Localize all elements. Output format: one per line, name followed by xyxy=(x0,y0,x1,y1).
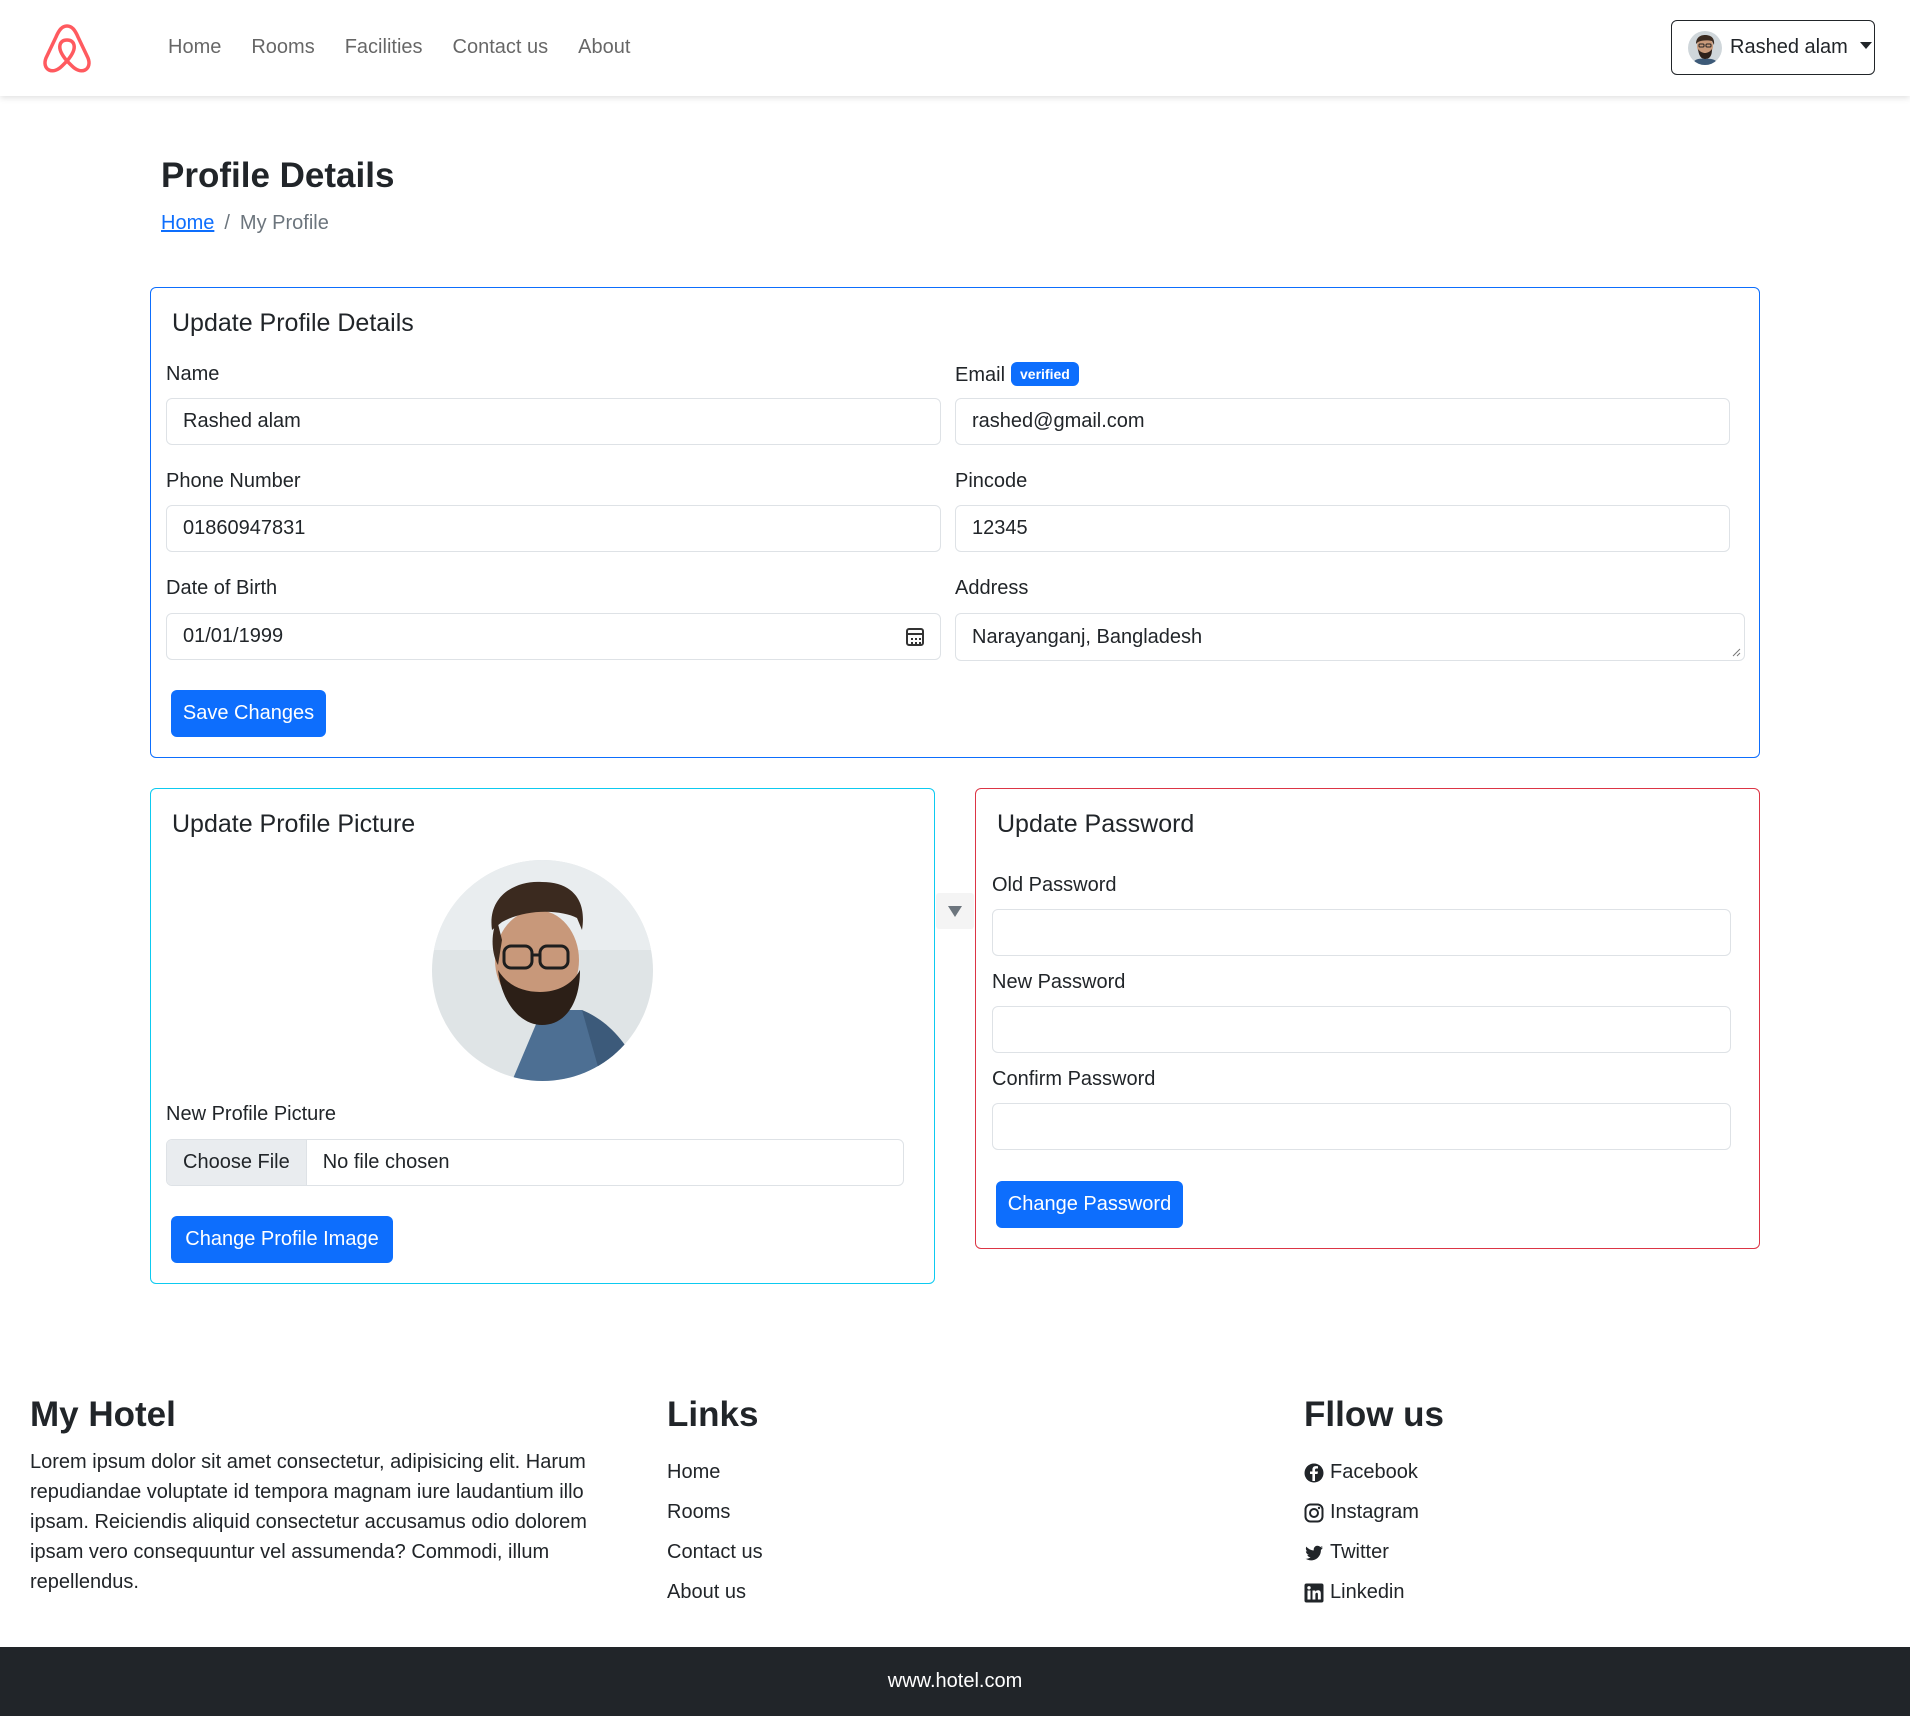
verified-badge: verified xyxy=(1011,362,1079,386)
change-password-button[interactable]: Change Password xyxy=(996,1181,1183,1228)
address-textarea[interactable]: Narayanganj, Bangladesh xyxy=(955,613,1745,661)
email-label-row: Email verified xyxy=(955,362,1079,387)
change-profile-image-button[interactable]: Change Profile Image xyxy=(171,1216,393,1263)
page-title: Profile Details xyxy=(161,156,395,195)
password-card-title: Update Password xyxy=(997,810,1195,838)
dob-value: 01/01/1999 xyxy=(183,625,284,647)
breadcrumb-separator: / xyxy=(224,212,230,234)
email-field[interactable]: rashed@gmail.com xyxy=(955,398,1730,445)
address-label: Address xyxy=(955,577,1029,599)
footer-site-url: www.hotel.com xyxy=(887,1670,1023,1692)
nav-facilities[interactable]: Facilities xyxy=(345,36,423,59)
new-password-field[interactable] xyxy=(992,1006,1731,1053)
linkedin-label: Linkedin xyxy=(1330,1581,1405,1603)
breadcrumb-current: My Profile xyxy=(239,212,329,234)
phone-label: Phone Number xyxy=(166,470,301,492)
footer-link-rooms[interactable]: Rooms xyxy=(667,1501,730,1524)
caret-down-icon xyxy=(1859,42,1872,49)
name-label: Name xyxy=(166,363,220,385)
footer-link-contact[interactable]: Contact us xyxy=(667,1541,763,1564)
name-field[interactable]: Rashed alam xyxy=(166,398,941,445)
nav-home[interactable]: Home xyxy=(168,36,221,59)
phone-field[interactable]: 01860947831 xyxy=(166,505,941,552)
twitter-icon xyxy=(1305,1545,1323,1560)
footer-social-twitter[interactable]: Twitter xyxy=(1304,1541,1389,1564)
password-card: Update Password Old Password New Passwor… xyxy=(975,788,1760,1249)
profile-picture-title: Update Profile Picture xyxy=(172,810,416,838)
profile-details-card: Update Profile Details Name Rashed alam … xyxy=(150,287,1760,758)
user-name: Rashed alam xyxy=(1730,36,1848,58)
footer-link-about[interactable]: About us xyxy=(667,1581,746,1604)
scroll-handle-icon[interactable] xyxy=(936,893,974,929)
footer-hotel-text: Lorem ipsum dolor sit amet consectetur, … xyxy=(30,1451,587,1593)
profile-details-title: Update Profile Details xyxy=(172,309,414,337)
footer-hotel-title: My Hotel xyxy=(30,1395,176,1434)
dob-label: Date of Birth xyxy=(166,577,278,599)
confirm-password-field[interactable] xyxy=(992,1103,1731,1150)
new-password-label: New Password xyxy=(992,971,1126,993)
new-picture-label: New Profile Picture xyxy=(166,1103,337,1125)
instagram-icon xyxy=(1304,1503,1324,1522)
breadcrumb-home-link[interactable]: Home xyxy=(161,212,214,235)
breadcrumb: Home / My Profile xyxy=(161,212,329,235)
profile-picture-file-input[interactable]: Choose File No file chosen xyxy=(166,1139,904,1186)
save-changes-button[interactable]: Save Changes xyxy=(171,690,326,737)
pincode-label: Pincode xyxy=(955,470,1028,492)
nav-rooms[interactable]: Rooms xyxy=(251,36,314,59)
address-value: Narayanganj, Bangladesh xyxy=(972,625,1203,648)
resize-grip-icon[interactable] xyxy=(1732,648,1741,657)
confirm-password-label: Confirm Password xyxy=(992,1068,1156,1090)
file-status: No file chosen xyxy=(322,1151,450,1173)
old-password-field[interactable] xyxy=(992,909,1731,956)
email-label: Email xyxy=(955,364,1006,386)
dob-field[interactable]: 01/01/1999 xyxy=(166,613,941,660)
linkedin-icon xyxy=(1304,1583,1324,1602)
footer-social-instagram[interactable]: Instagram xyxy=(1304,1501,1419,1524)
twitter-label: Twitter xyxy=(1330,1541,1389,1563)
airbnb-logo-icon[interactable] xyxy=(40,20,94,76)
pincode-field[interactable]: 12345 xyxy=(955,505,1730,552)
footer-social-facebook[interactable]: Facebook xyxy=(1304,1461,1418,1484)
facebook-icon xyxy=(1304,1463,1324,1482)
avatar xyxy=(1688,30,1722,65)
old-password-label: Old Password xyxy=(992,874,1117,896)
nav-about[interactable]: About xyxy=(578,36,630,59)
footer-social-linkedin[interactable]: Linkedin xyxy=(1304,1581,1405,1604)
user-menu-button[interactable]: Rashed alam xyxy=(1671,20,1875,75)
nav-contact[interactable]: Contact us xyxy=(453,36,549,59)
footer-link-home[interactable]: Home xyxy=(667,1461,720,1484)
nav-links: Home Rooms Facilities Contact us About xyxy=(168,36,630,59)
footer-bottom-bar: www.hotel.com xyxy=(0,1647,1910,1716)
profile-avatar xyxy=(432,860,653,1081)
footer-follow-title: Fllow us xyxy=(1304,1395,1444,1434)
navbar: Home Rooms Facilities Contact us About R… xyxy=(0,0,1910,96)
calendar-icon[interactable] xyxy=(906,628,924,646)
facebook-label: Facebook xyxy=(1330,1461,1418,1483)
instagram-label: Instagram xyxy=(1330,1501,1419,1523)
footer-links-title: Links xyxy=(667,1395,759,1434)
choose-file-button[interactable]: Choose File xyxy=(167,1140,307,1185)
